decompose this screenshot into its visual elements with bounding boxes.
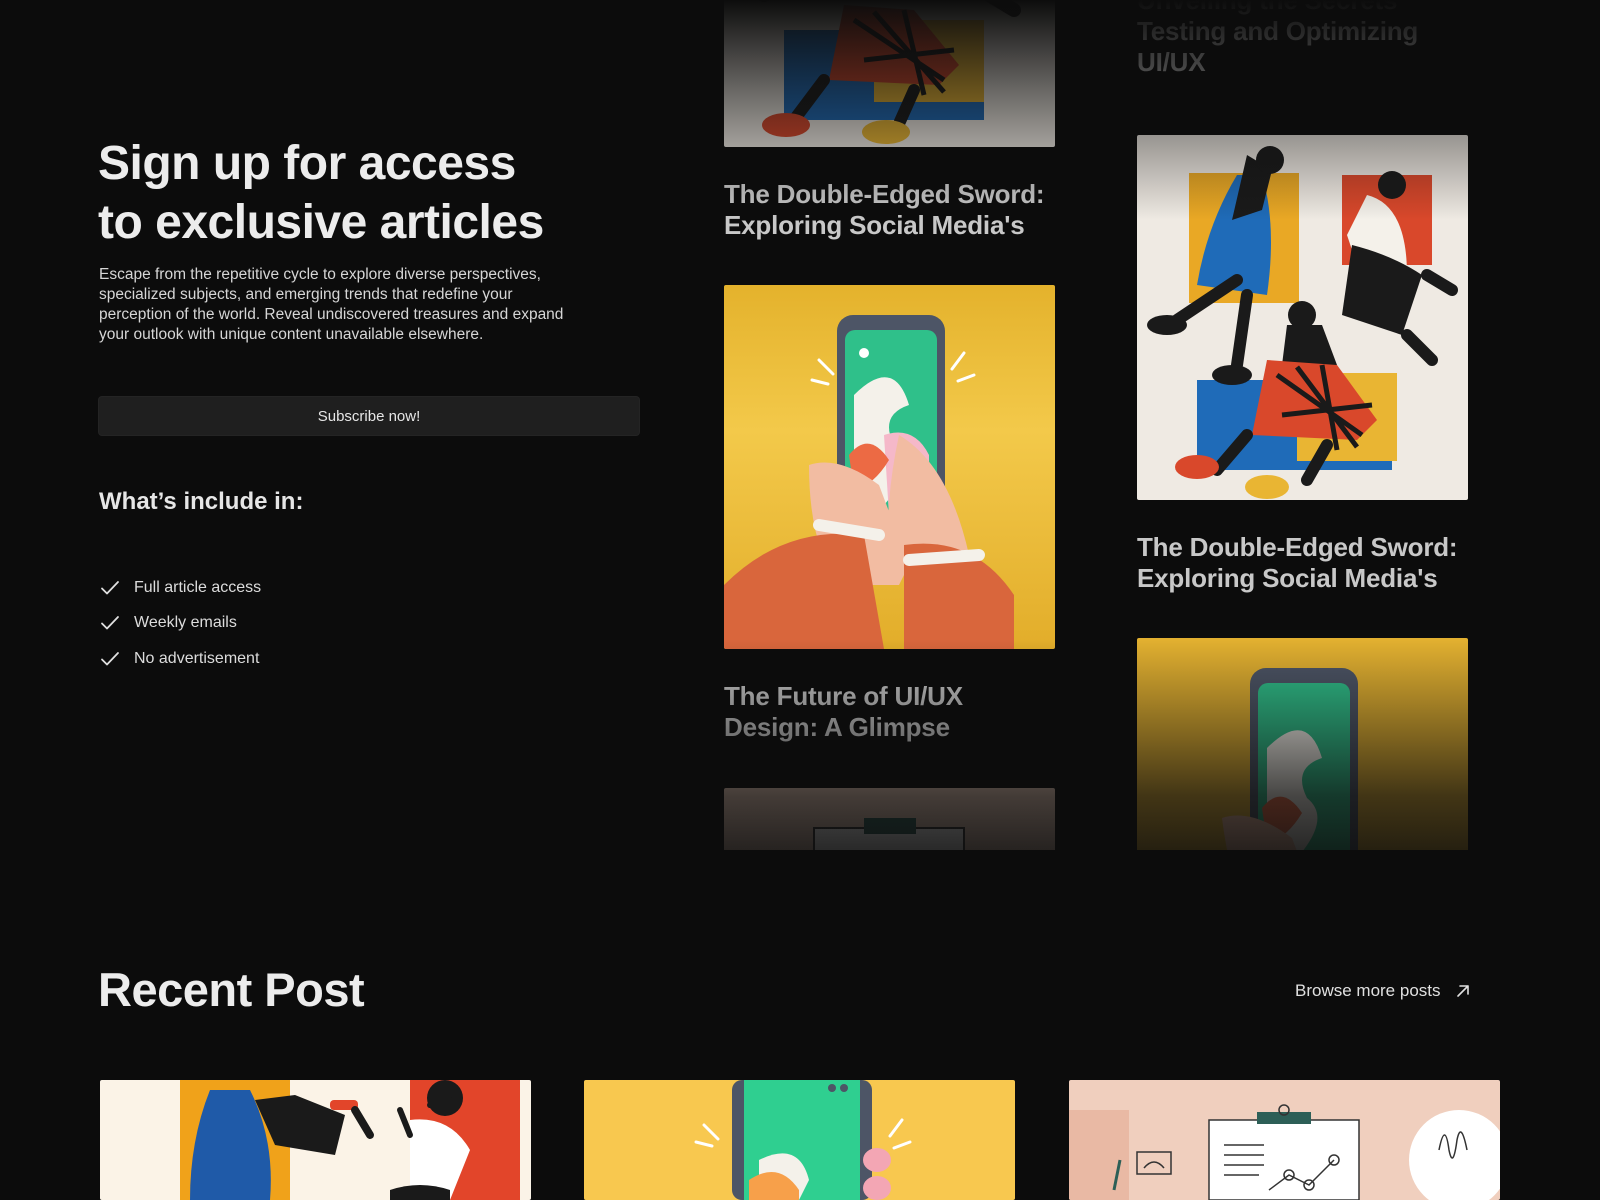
article-title[interactable]: The Future of UI/UX Design: A Glimpse (724, 681, 1055, 743)
clipboard-illustration (724, 788, 1055, 850)
girls-illustration (100, 1080, 531, 1200)
article-column-1: The Double-Edged Sword: Exploring Social… (724, 0, 1055, 850)
signup-title-line2: to exclusive articles (98, 196, 544, 249)
article-title[interactable]: The Double-Edged Sword: Exploring Social… (1137, 532, 1468, 594)
phone-hand-illustration (584, 1080, 1015, 1200)
feature-label: Full article access (134, 578, 262, 596)
article-title[interactable]: Unveiling the Secrets Testing and Optimi… (1137, 0, 1468, 78)
recent-post-title: Recent Post (98, 963, 365, 1016)
includes-title: What’s include in: (99, 488, 304, 515)
girls-illustration (724, 0, 1055, 147)
article-thumbnail[interactable] (724, 788, 1055, 850)
recent-post-card[interactable] (584, 1080, 1015, 1200)
arrow-up-right-icon (1456, 985, 1469, 997)
article-column-2: Unveiling the Secrets Testing and Optimi… (1137, 0, 1468, 850)
feature-label: Weekly emails (134, 614, 237, 632)
phone-hand-illustration (1137, 638, 1468, 850)
check-icon (101, 580, 119, 595)
recent-post-card[interactable] (1069, 1080, 1500, 1200)
article-thumbnail[interactable] (724, 0, 1055, 147)
feature-label: No advertisement (134, 649, 260, 667)
browse-more-link[interactable]: Browse more posts (1295, 981, 1471, 1001)
browse-more-label: Browse more posts (1295, 981, 1441, 1000)
check-icon (101, 651, 119, 666)
girls-illustration (1137, 135, 1468, 500)
feature-item: Full article access (99, 570, 261, 606)
article-title[interactable]: The Double-Edged Sword: Exploring Social… (724, 179, 1055, 241)
article-thumbnail[interactable] (724, 285, 1055, 649)
signup-description: Escape from the repetitive cycle to expl… (99, 266, 564, 343)
feature-item: Weekly emails (99, 606, 261, 642)
subscribe-button[interactable]: Subscribe now! (98, 396, 640, 436)
feature-item: No advertisement (99, 641, 261, 677)
check-icon (101, 616, 119, 630)
feature-list: Full article access Weekly emails No adv… (99, 570, 261, 677)
article-thumbnail[interactable] (1137, 135, 1468, 500)
signup-title-line1: Sign up for access (98, 137, 516, 190)
clipboard-illustration (1069, 1080, 1500, 1200)
article-thumbnail[interactable] (1137, 638, 1468, 850)
signup-title: Sign up for access to exclusive articles (98, 134, 698, 252)
recent-post-card[interactable] (100, 1080, 531, 1200)
phone-hand-illustration (724, 285, 1055, 649)
